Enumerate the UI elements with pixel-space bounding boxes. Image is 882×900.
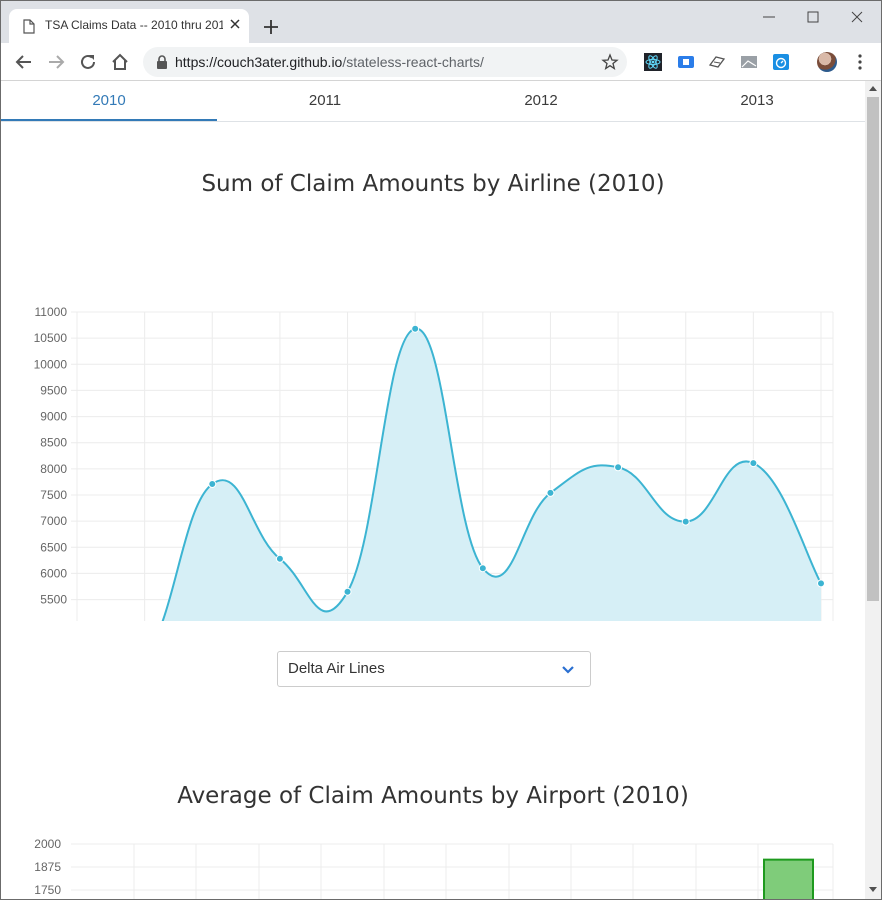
y-tick-label: 6500 — [40, 540, 67, 554]
y-tick-label: 8000 — [40, 462, 67, 476]
data-point — [817, 579, 825, 588]
y-tick-label: 8500 — [40, 436, 67, 450]
tab-title: TSA Claims Data -- 2010 thru 2013 — [45, 18, 223, 32]
url-text: https://couch3ater.github.io/stateless-r… — [175, 54, 484, 70]
page-content: 2010 2011 2012 2013 Sum of Claim Amounts… — [1, 81, 865, 899]
data-point — [749, 459, 758, 468]
url-path: /stateless-react-charts/ — [342, 54, 484, 70]
plus-icon[interactable] — [261, 17, 281, 37]
y-tick-label: 11000 — [35, 305, 68, 319]
scrollbar[interactable] — [865, 81, 881, 899]
star-icon[interactable] — [601, 53, 619, 71]
y-tick-label: 1750 — [34, 883, 61, 897]
tab-2010[interactable]: 2010 — [1, 81, 217, 121]
scroll-up-arrow-icon[interactable] — [869, 85, 877, 91]
page-icon — [23, 19, 35, 34]
menu-icon[interactable] — [853, 53, 867, 71]
minimize-icon[interactable] — [759, 7, 779, 27]
forward-icon[interactable] — [45, 51, 67, 73]
data-point — [478, 564, 487, 573]
tab-2013[interactable]: 2013 — [649, 81, 865, 121]
scrollbar-thumb[interactable] — [867, 97, 879, 601]
data-point — [275, 554, 284, 563]
data-point — [411, 324, 420, 333]
data-point — [614, 463, 623, 472]
y-tick-label: 10000 — [34, 357, 68, 371]
year-tabs: 2010 2011 2012 2013 — [1, 81, 865, 122]
series-area — [162, 328, 821, 621]
avatar[interactable] — [817, 52, 837, 72]
address-bar[interactable]: https://couch3ater.github.io/stateless-r… — [143, 47, 627, 77]
airline-chart-title: Sum of Claim Amounts by Airline (2010) — [201, 171, 665, 197]
airport-bar-chart: 1750 1875 2000 — [34, 837, 834, 899]
airline-select[interactable]: Delta Air Lines — [277, 651, 591, 687]
tab-2012[interactable]: 2012 — [433, 81, 649, 121]
reload-icon[interactable] — [77, 51, 99, 73]
scroll-down-arrow-icon[interactable] — [869, 887, 877, 893]
data-point — [546, 488, 555, 497]
y-tick-label: 6000 — [40, 566, 67, 580]
bar — [763, 858, 814, 899]
y-tick-label: 5000 — [40, 619, 67, 621]
image-extension-icon[interactable] — [740, 53, 758, 71]
airline-select-value: Delta Air Lines — [288, 660, 385, 677]
data-point — [343, 587, 352, 596]
y-tick-label: 7000 — [40, 514, 67, 528]
data-point — [208, 480, 217, 489]
close-window-icon[interactable] — [847, 7, 867, 27]
airline-area-chart: 4000450050005500600065007000750080008500… — [34, 305, 834, 621]
timer-extension-icon[interactable] — [772, 53, 790, 71]
extension-icon[interactable] — [677, 53, 695, 71]
react-devtools-icon[interactable] — [644, 53, 662, 71]
browser-tab[interactable]: TSA Claims Data -- 2010 thru 2013 — [9, 9, 249, 43]
y-tick-label: 1875 — [34, 860, 61, 874]
maximize-icon[interactable] — [803, 7, 823, 27]
notes-extension-icon[interactable] — [708, 53, 726, 71]
data-point — [681, 517, 690, 526]
y-tick-label: 2000 — [34, 837, 61, 851]
browser-window: TSA Claims Data -- 2010 thru 2013 https:… — [0, 0, 882, 900]
tab-2011[interactable]: 2011 — [217, 81, 433, 121]
home-icon[interactable] — [109, 51, 131, 73]
y-tick-label: 9500 — [40, 383, 67, 397]
tab-strip: TSA Claims Data -- 2010 thru 2013 — [1, 1, 881, 43]
back-icon[interactable] — [13, 51, 35, 73]
browser-toolbar: https://couch3ater.github.io/stateless-r… — [1, 43, 881, 81]
y-tick-label: 9000 — [40, 410, 67, 424]
airport-chart-title: Average of Claim Amounts by Airport (201… — [177, 783, 689, 809]
url-host: https://couch3ater.github.io — [175, 54, 343, 70]
y-tick-label: 5500 — [40, 593, 67, 607]
chevron-down-icon — [562, 666, 574, 674]
close-icon[interactable] — [227, 16, 243, 32]
y-tick-label: 10500 — [34, 331, 68, 345]
y-tick-label: 7500 — [40, 488, 67, 502]
lock-icon — [157, 55, 167, 69]
